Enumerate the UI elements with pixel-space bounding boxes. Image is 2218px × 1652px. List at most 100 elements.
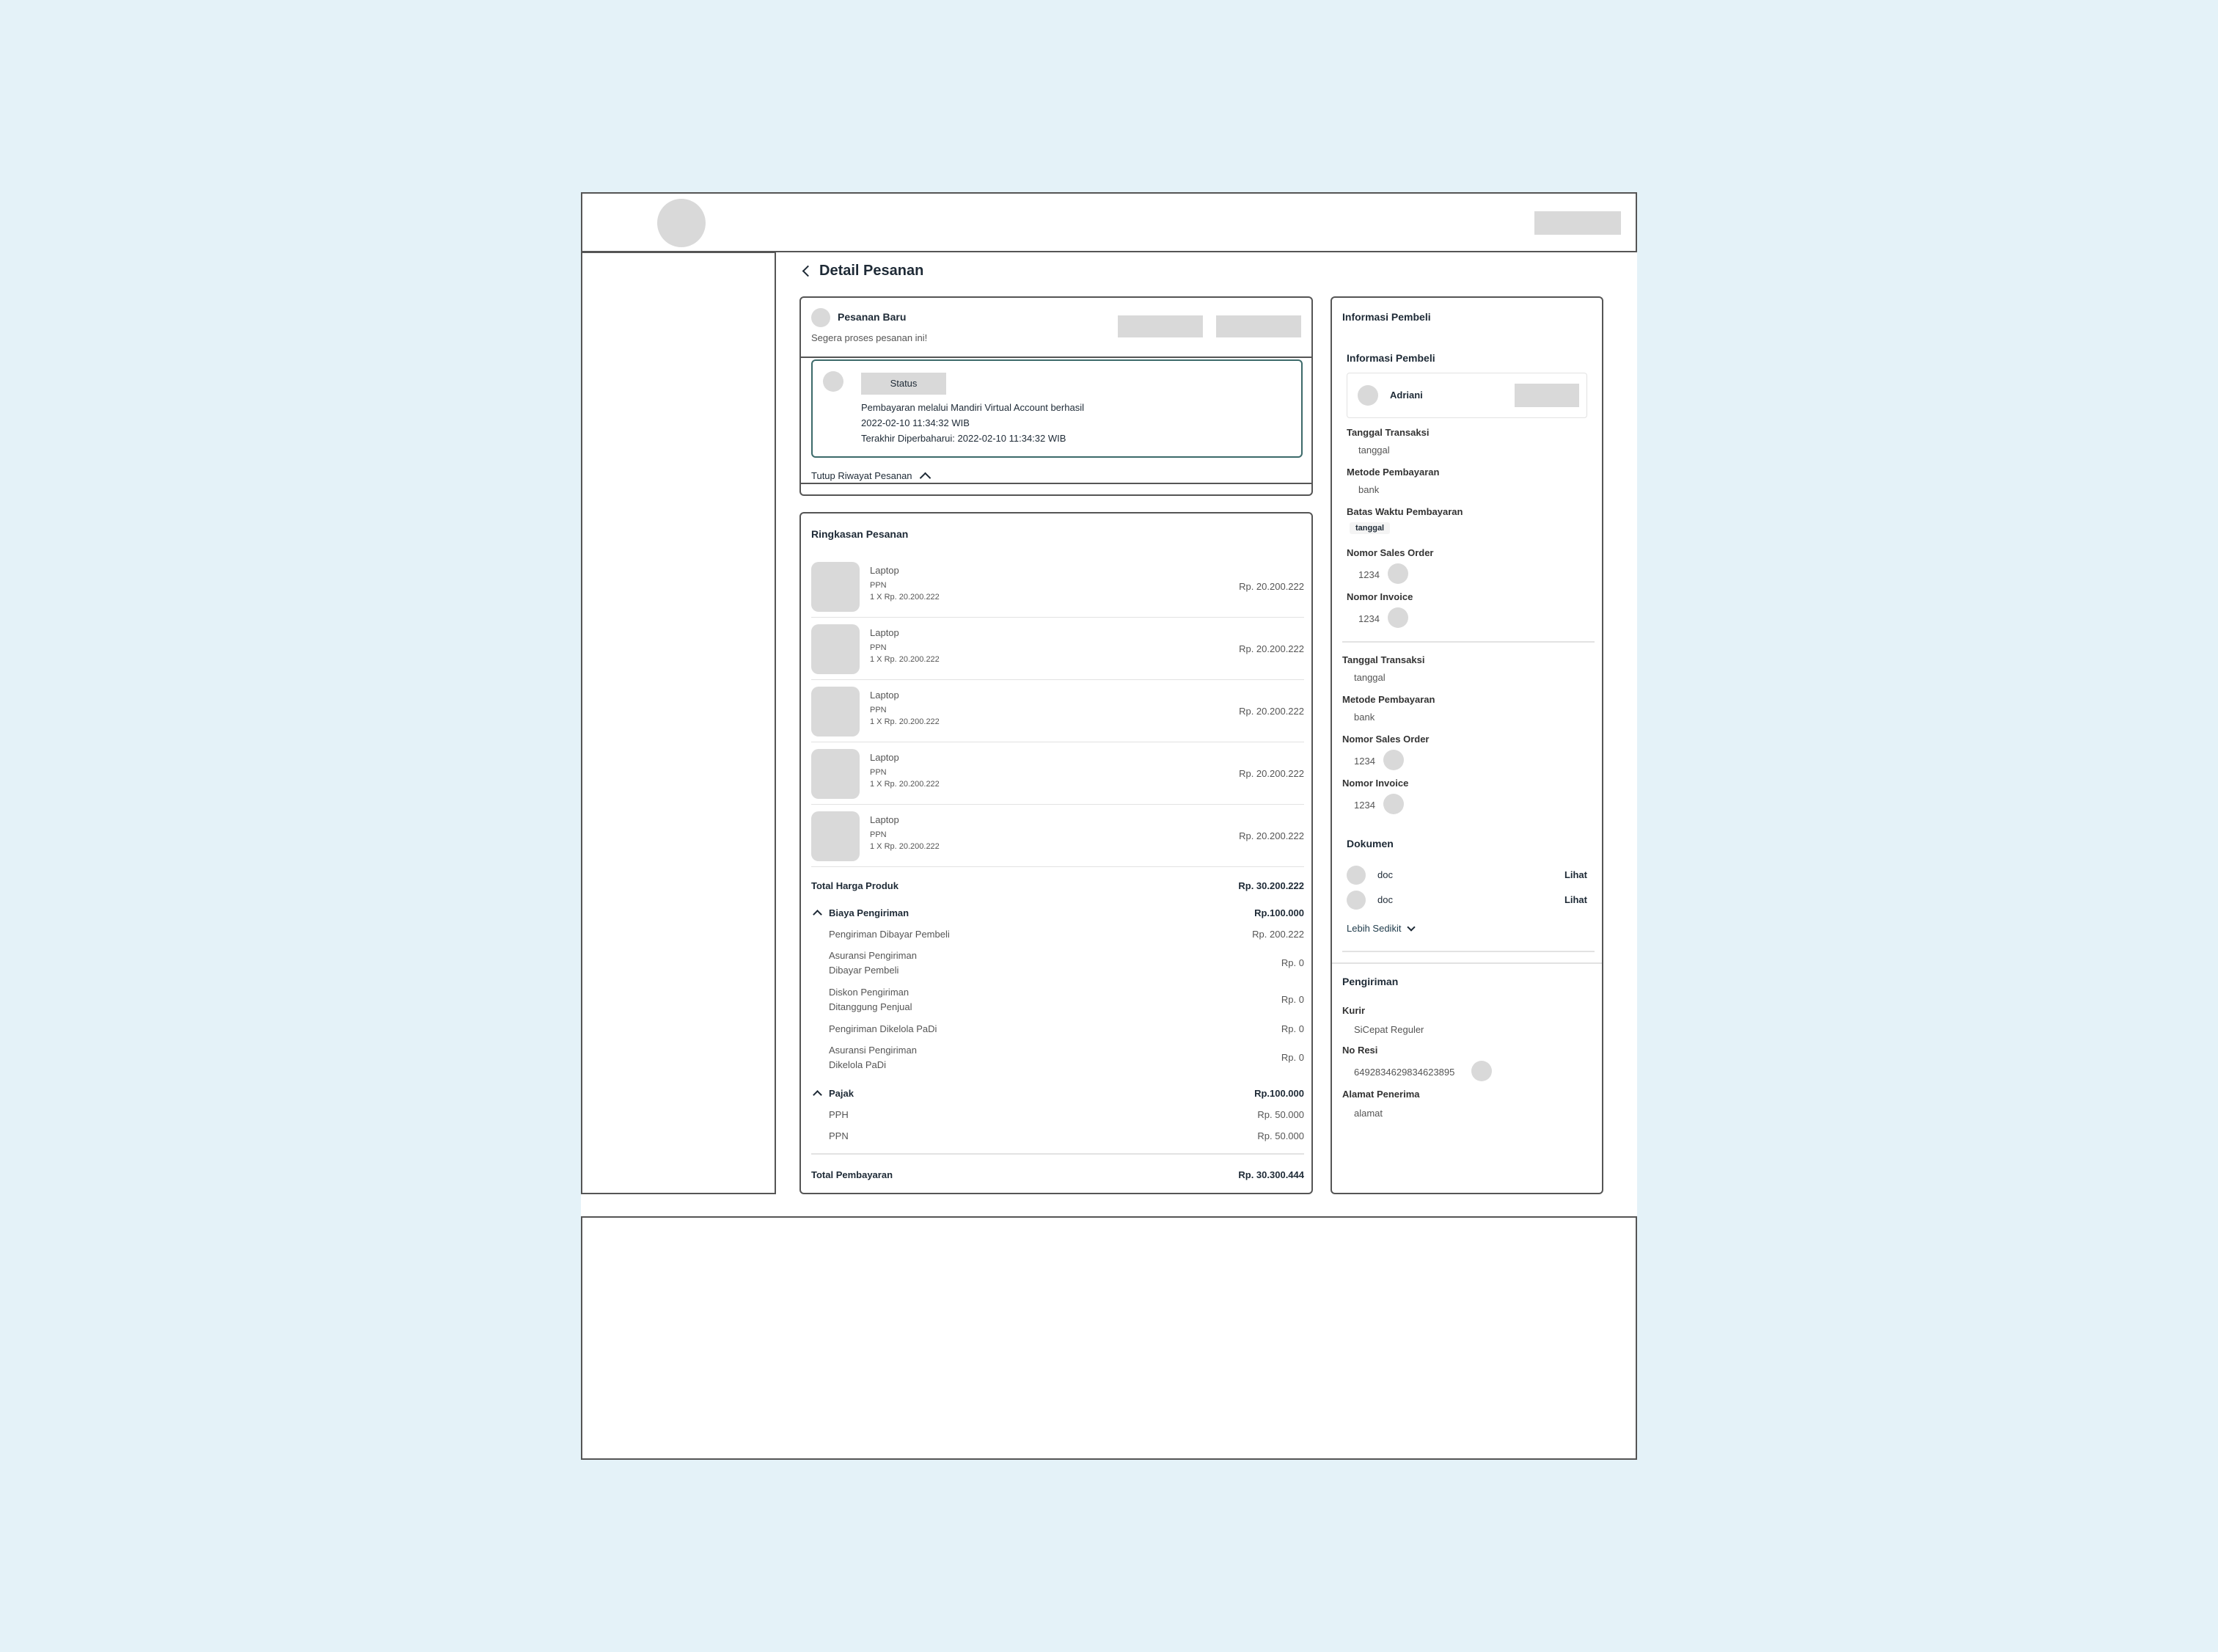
- copy-icon[interactable]: [1383, 750, 1404, 770]
- product-row[interactable]: Laptop PPN 1 X Rp. 20.200.222 Rp. 20.200…: [811, 558, 1304, 618]
- product-tax: PPN: [870, 768, 887, 777]
- shipping-item-label: Asuransi Pengiriman: [829, 1045, 917, 1056]
- product-row[interactable]: Laptop PPN 1 X Rp. 20.200.222 Rp. 20.200…: [811, 745, 1304, 805]
- shipping-item-label: Diskon Pengiriman: [829, 987, 909, 998]
- contact-buyer-button[interactable]: [1515, 384, 1579, 407]
- product-qty: 1 X Rp. 20.200.222: [870, 717, 940, 726]
- chevron-up-icon: [813, 910, 822, 919]
- field-label: Batas Waktu Pembayaran: [1347, 506, 1463, 517]
- field-label: Metode Pembayaran: [1347, 467, 1440, 478]
- field-label: Metode Pembayaran: [1342, 694, 1435, 705]
- document-row: doc Lihat: [1347, 891, 1587, 911]
- product-row[interactable]: Laptop PPN 1 X Rp. 20.200.222 Rp. 20.200…: [811, 807, 1304, 867]
- copy-icon[interactable]: [1471, 1061, 1492, 1081]
- field-label: Nomor Sales Order: [1347, 547, 1434, 558]
- close-history-label: Tutup Riwayat Pesanan: [811, 470, 912, 481]
- action-button-2[interactable]: [1216, 315, 1301, 337]
- tax-item-value: Rp. 50.000: [1257, 1109, 1304, 1120]
- total-payment-row: Total Pembayaran Rp. 30.300.444: [811, 1169, 1304, 1180]
- shipping-item-label-2: Dikelola PaDi: [829, 1059, 887, 1070]
- divider: [799, 483, 1313, 484]
- copy-icon[interactable]: [1383, 794, 1404, 814]
- document-name: doc: [1377, 869, 1393, 880]
- buyer-profile: Adriani: [1347, 373, 1587, 418]
- field-value: tanggal: [1358, 445, 1390, 456]
- product-thumbnail: [811, 562, 860, 612]
- product-name: Laptop: [870, 814, 899, 825]
- logo-placeholder[interactable]: [657, 199, 706, 247]
- chevron-up-icon: [813, 1090, 822, 1100]
- shipping-item-label-2: Dibayar Pembeli: [829, 965, 899, 976]
- view-document-link[interactable]: Lihat: [1564, 894, 1587, 905]
- product-name: Laptop: [870, 565, 899, 576]
- show-less-toggle[interactable]: Lebih Sedikit: [1347, 922, 1416, 934]
- payment-deadline-badge: tanggal: [1350, 522, 1391, 534]
- courier-label: Kurir: [1342, 1005, 1366, 1016]
- chevron-down-icon: [1407, 922, 1416, 932]
- header-action-button[interactable]: [1534, 211, 1621, 235]
- shipping-item-value: Rp. 0: [1281, 957, 1304, 968]
- field-value: 1234: [1358, 569, 1380, 580]
- copy-icon[interactable]: [1388, 607, 1408, 628]
- field-value: bank: [1358, 484, 1380, 495]
- field-value: bank: [1354, 712, 1375, 723]
- footer: [581, 1216, 1637, 1460]
- product-qty: 1 X Rp. 20.200.222: [870, 842, 940, 851]
- shipping-item-label: Pengiriman Dibayar Pembeli: [829, 929, 950, 940]
- product-tax: PPN: [870, 581, 887, 590]
- field-label: Tanggal Transaksi: [1347, 427, 1430, 438]
- shipping-item-value: Rp. 200.222: [1252, 929, 1304, 940]
- shipping-item: Diskon Pengiriman Ditanggung Penjual Rp.…: [811, 987, 1304, 1016]
- product-row[interactable]: Laptop PPN 1 X Rp. 20.200.222 Rp. 20.200…: [811, 620, 1304, 680]
- total-product-label: Total Harga Produk: [811, 880, 898, 891]
- courier-value: SiCepat Reguler: [1354, 1024, 1424, 1035]
- history-line-3: Terakhir Diperbaharui: 2022-02-10 11:34:…: [861, 433, 1066, 444]
- product-row[interactable]: Laptop PPN 1 X Rp. 20.200.222 Rp. 20.200…: [811, 682, 1304, 742]
- product-price: Rp. 20.200.222: [1239, 768, 1304, 779]
- history-line-1: Pembayaran melalui Mandiri Virtual Accou…: [861, 402, 1084, 413]
- product-price: Rp. 20.200.222: [1239, 643, 1304, 654]
- product-thumbnail: [811, 749, 860, 799]
- order-history-box: Status Pembayaran melalui Mandiri Virtua…: [811, 359, 1303, 458]
- field-value: tanggal: [1354, 672, 1386, 683]
- history-line-2: 2022-02-10 11:34:32 WIB: [861, 417, 970, 428]
- buyer-avatar: [1358, 385, 1378, 406]
- order-summary-card: Ringkasan Pesanan Laptop PPN 1 X Rp. 20.…: [799, 512, 1313, 1194]
- field-value: 1234: [1354, 800, 1375, 811]
- product-qty: 1 X Rp. 20.200.222: [870, 655, 940, 664]
- view-document-link[interactable]: Lihat: [1564, 869, 1587, 880]
- product-name: Laptop: [870, 690, 899, 701]
- action-button-1[interactable]: [1118, 315, 1203, 337]
- buyer-section-title: Informasi Pembeli: [1347, 352, 1435, 364]
- document-name: doc: [1377, 894, 1393, 905]
- summary-title: Ringkasan Pesanan: [811, 528, 909, 540]
- shipping-item-label: Asuransi Pengiriman: [829, 950, 917, 961]
- field-label: Nomor Invoice: [1342, 778, 1409, 789]
- product-price: Rp. 20.200.222: [1239, 581, 1304, 592]
- buyer-info-card: Informasi Pembeli Informasi Pembeli Adri…: [1331, 296, 1603, 1194]
- total-payment-label: Total Pembayaran: [811, 1169, 893, 1180]
- resi-label: No Resi: [1342, 1045, 1378, 1056]
- order-status-title: Pesanan Baru: [838, 311, 907, 323]
- shipping-item: Asuransi Pengiriman Dikelola PaDi Rp. 0: [811, 1045, 1304, 1074]
- back-icon[interactable]: [802, 265, 814, 277]
- product-price: Rp. 20.200.222: [1239, 830, 1304, 841]
- total-payment-value: Rp. 30.300.444: [1238, 1169, 1304, 1180]
- field-value: 1234: [1354, 756, 1375, 767]
- close-history-toggle[interactable]: Tutup Riwayat Pesanan: [811, 469, 931, 484]
- buyer-name: Adriani: [1390, 390, 1423, 401]
- buyer-card-title: Informasi Pembeli: [1342, 311, 1431, 323]
- shipping-item-label-2: Ditanggung Penjual: [829, 1001, 912, 1012]
- tax-item-value: Rp. 50.000: [1257, 1130, 1304, 1141]
- shipping-item-value: Rp. 0: [1281, 1023, 1304, 1034]
- shipping-cost-value: Rp.100.000: [1254, 907, 1304, 918]
- address-value: alamat: [1354, 1108, 1383, 1119]
- document-icon: [1347, 866, 1366, 885]
- order-status-subtitle: Segera proses pesanan ini!: [811, 332, 928, 343]
- tax-item-label: PPH: [829, 1109, 849, 1120]
- documents-title: Dokumen: [1347, 838, 1394, 849]
- total-product-row: Total Harga Produk Rp. 30.200.222: [811, 880, 1304, 891]
- address-label: Alamat Penerima: [1342, 1089, 1420, 1100]
- field-label: Tanggal Transaksi: [1342, 654, 1425, 665]
- copy-icon[interactable]: [1388, 563, 1408, 584]
